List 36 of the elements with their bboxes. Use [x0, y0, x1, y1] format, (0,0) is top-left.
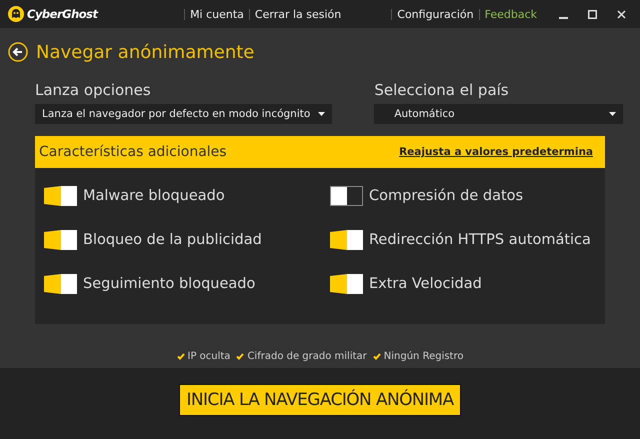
dropdown[interactable]: Lanza el navegador por defecto en modo incógnito: [35, 104, 332, 124]
feature-label: Cifrado de grado militar: [247, 350, 367, 362]
toggle-switch[interactable]: [330, 274, 363, 294]
toggle-label: Bloqueo de la publicidad: [83, 232, 262, 248]
ghost-logo-icon: [8, 6, 24, 22]
toggle-label: Malware bloqueado: [83, 188, 225, 204]
dropdown-caret-icon: [318, 112, 326, 116]
menu-link[interactable]: Configuración: [397, 8, 474, 20]
toggle-switch[interactable]: [44, 274, 77, 294]
checkmark-icon: [176, 352, 184, 360]
feedback-link[interactable]: Feedback: [484, 8, 537, 20]
toggle-switch[interactable]: [44, 230, 77, 250]
toggle-label: Compresión de datos: [369, 188, 524, 204]
feature-label: IP oculta: [188, 350, 230, 362]
checkmark-icon: [372, 352, 381, 360]
toggle-switch[interactable]: [330, 186, 363, 206]
reset-link[interactable]: Reajusta a valores predetermina: [399, 146, 593, 158]
section-label: Lanza opciones: [35, 81, 152, 99]
toggle-label: Seguimiento bloqueado: [83, 276, 256, 292]
page-title: Navegar anónimamente: [36, 42, 254, 62]
dropdown-caret-icon: [609, 112, 616, 116]
toggle-label: Redirección HTTPS automática: [369, 232, 591, 248]
section-title: Características adicionales: [39, 144, 227, 160]
feature-label: Ningún Registro: [384, 350, 464, 362]
start-button[interactable]: INICIA LA NAVEGACIÓN ANÓNIMA: [179, 384, 461, 416]
app-logo-text: CyberGhost: [27, 7, 98, 21]
close-icon[interactable]: [617, 10, 626, 18]
menu-link[interactable]: Cerrar la sesión: [254, 8, 342, 20]
dropdown[interactable]: Automático: [374, 104, 624, 124]
checkmark-icon: [236, 352, 244, 360]
maximize-icon[interactable]: [588, 10, 597, 18]
toggle-switch[interactable]: [44, 186, 77, 206]
section-label: Selecciona el país: [374, 81, 510, 99]
toggle-label: Extra Velocidad: [369, 276, 482, 292]
menu-link[interactable]: Mi cuenta: [190, 8, 244, 20]
toggle-switch[interactable]: [330, 230, 363, 250]
